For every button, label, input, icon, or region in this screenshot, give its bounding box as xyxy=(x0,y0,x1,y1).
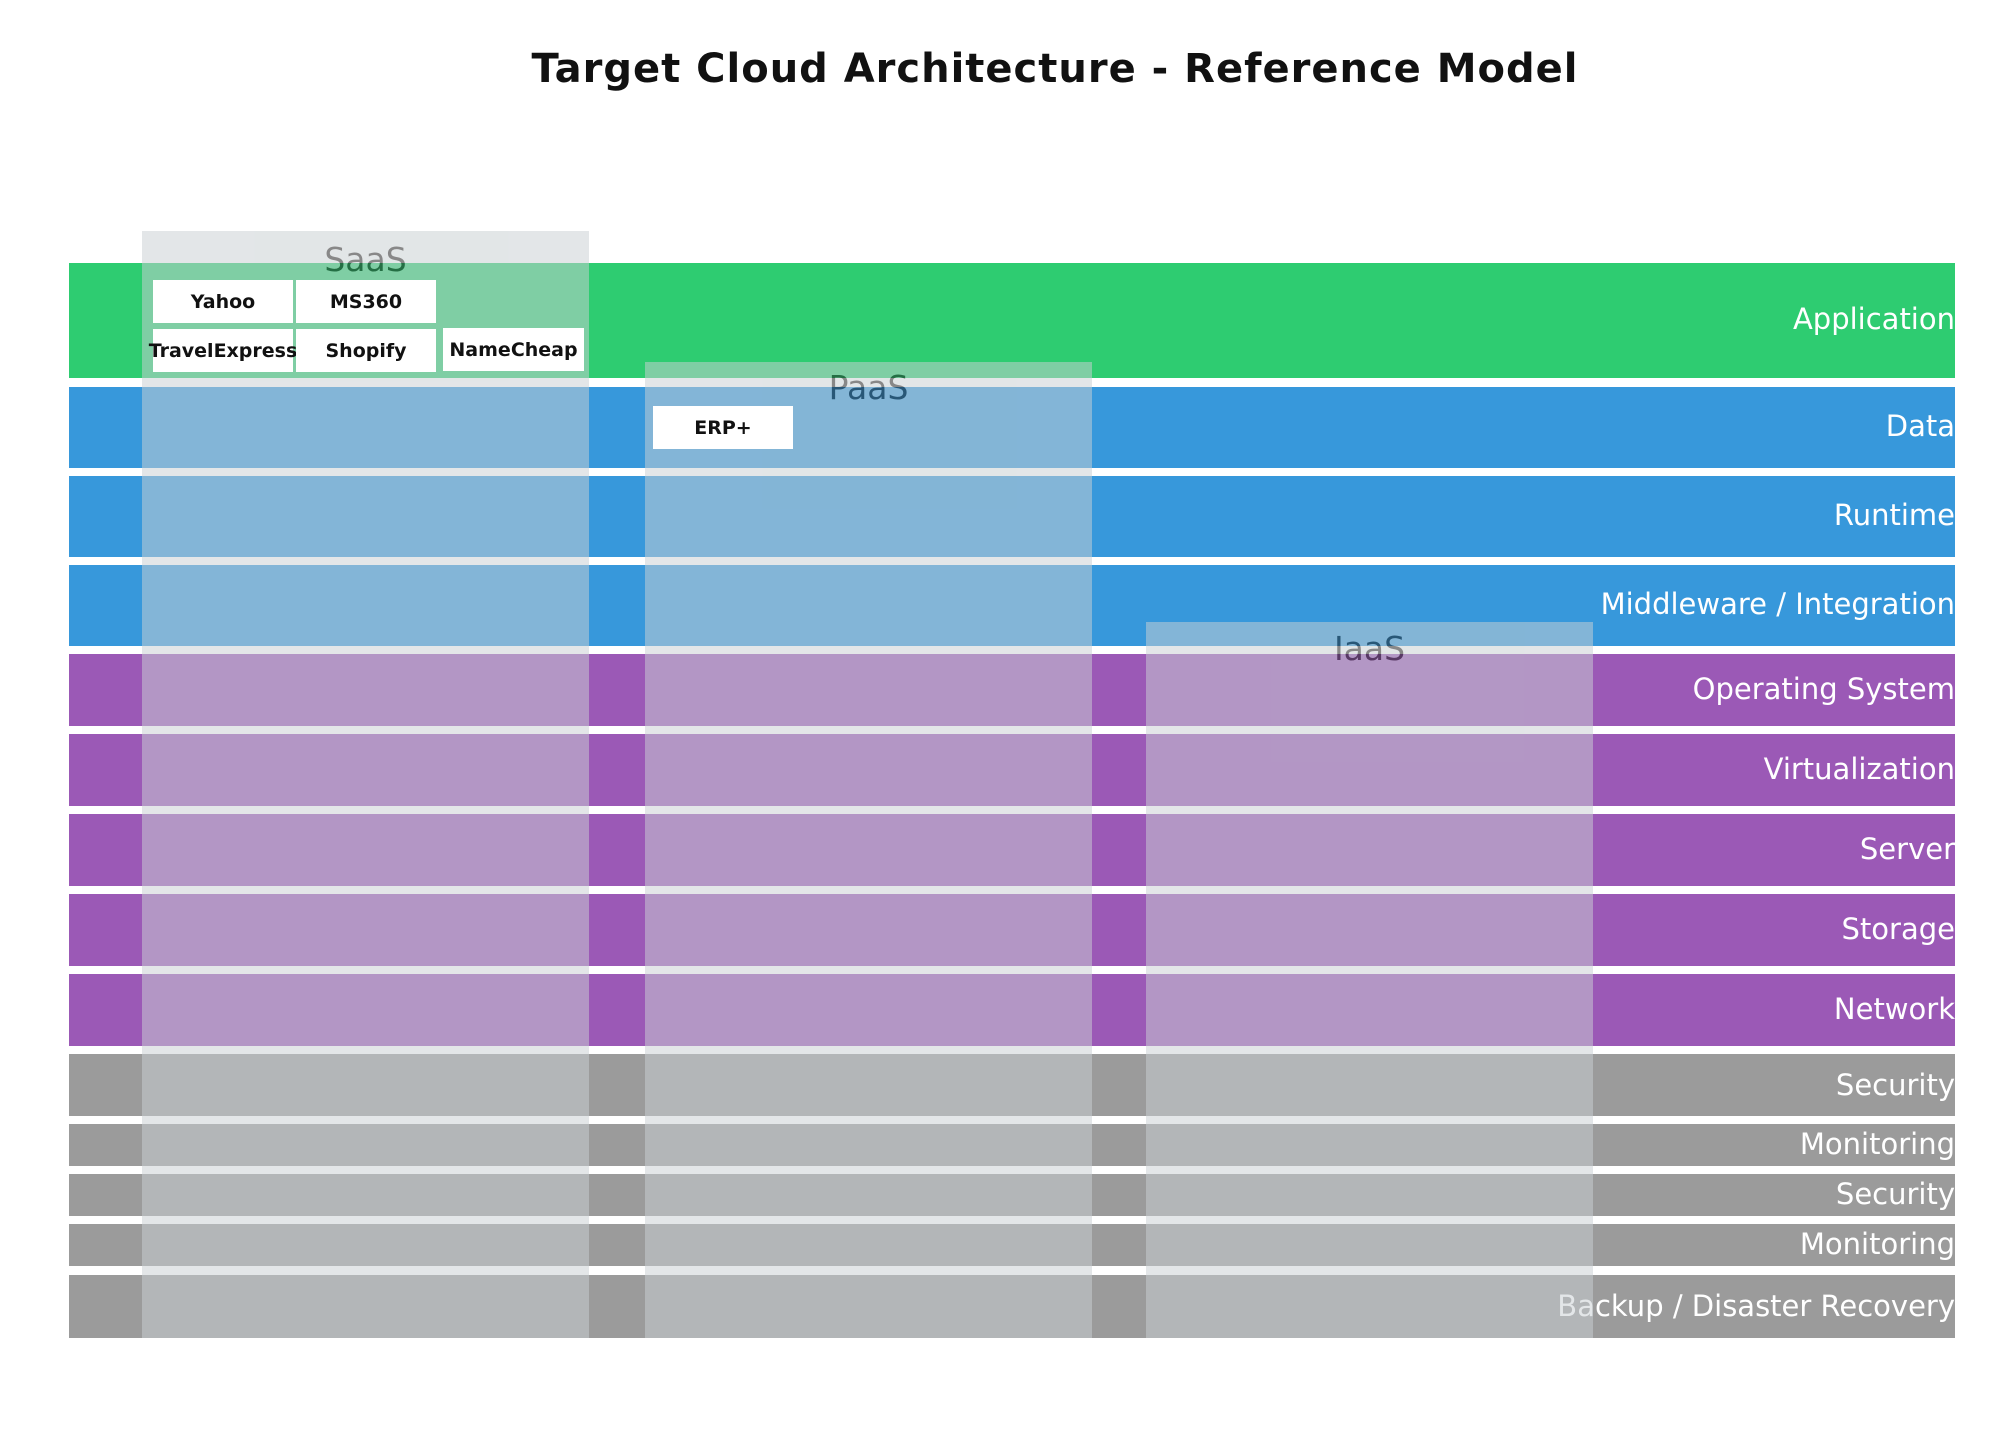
layer-label-backup-disaster-recovery: Backup / Disaster Recovery xyxy=(1557,1289,1955,1323)
paas-overlay: PaaS xyxy=(645,362,1092,1338)
app-box-shopify[interactable]: Shopify xyxy=(296,329,436,372)
layer-label-security-secondary: Security xyxy=(1835,1177,1955,1211)
iaas-overlay: IaaS xyxy=(1146,622,1593,1338)
app-box-travelexpress[interactable]: TravelExpress xyxy=(149,329,297,372)
saas-overlay: SaaS xyxy=(142,231,589,1338)
layer-label-runtime: Runtime xyxy=(1833,498,1955,532)
diagram-canvas: Target Cloud Architecture - Reference Mo… xyxy=(0,0,2000,1440)
layer-label-middleware: Middleware / Integration xyxy=(1600,587,1955,621)
diagram-title: Target Cloud Architecture - Reference Mo… xyxy=(531,46,1579,92)
saas-label: SaaS xyxy=(324,240,407,279)
layer-label-security: Security xyxy=(1835,1068,1955,1102)
layer-label-virtualization: Virtualization xyxy=(1763,752,1955,786)
layer-label-monitoring: Monitoring xyxy=(1799,1127,1955,1161)
layer-label-application: Application xyxy=(1792,302,1955,336)
layer-label-operating-system: Operating System xyxy=(1692,672,1955,706)
layer-label-data: Data xyxy=(1885,409,1955,443)
layer-label-monitoring-secondary: Monitoring xyxy=(1799,1227,1955,1261)
iaas-label: IaaS xyxy=(1333,629,1406,668)
layer-label-network: Network xyxy=(1833,992,1955,1026)
app-box-yahoo[interactable]: Yahoo xyxy=(153,280,293,323)
app-box-namecheap[interactable]: NameCheap xyxy=(443,328,584,371)
paas-label: PaaS xyxy=(828,368,909,407)
app-box-ms360[interactable]: MS360 xyxy=(296,280,436,323)
layer-label-storage: Storage xyxy=(1841,912,1955,946)
app-box-erp-plus[interactable]: ERP+ xyxy=(653,406,793,449)
layer-label-server: Server xyxy=(1859,832,1955,866)
